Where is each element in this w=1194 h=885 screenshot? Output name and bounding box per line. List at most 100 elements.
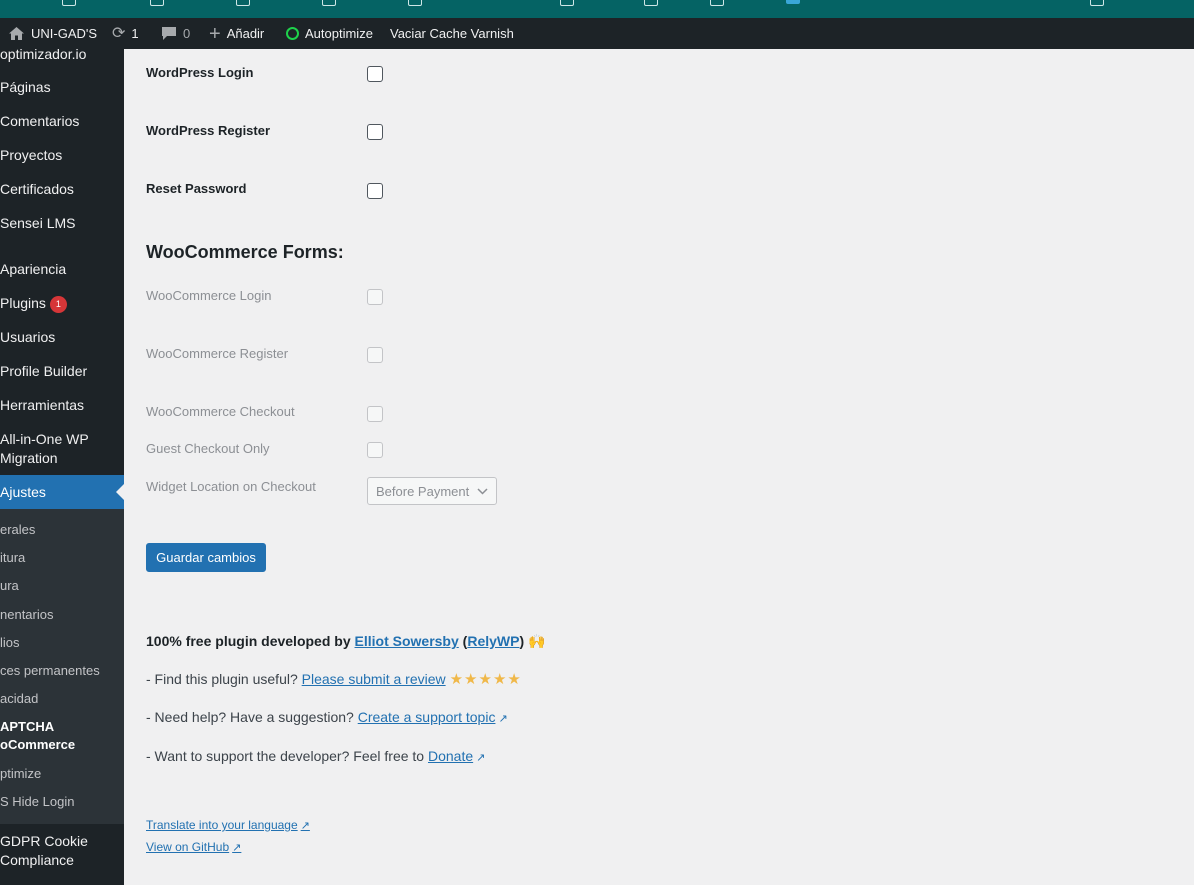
submenu-item-captcha-woocommerce[interactable]: APTCHA oCommerce bbox=[0, 718, 75, 754]
sidebar-item-label: Profile Builder bbox=[0, 363, 88, 379]
company-link[interactable]: RelyWP bbox=[467, 633, 519, 649]
submenu-item-discussion[interactable]: nentarios bbox=[0, 606, 53, 624]
sidebar-item-comments[interactable]: Comentarios bbox=[0, 112, 124, 131]
sidebar-item-plugins[interactable]: Plugins 1 bbox=[0, 294, 124, 313]
sidebar-item-certificates[interactable]: Certificados bbox=[0, 180, 124, 199]
reset-password-checkbox[interactable] bbox=[367, 183, 383, 199]
support-topic-link[interactable]: Create a support topic bbox=[358, 709, 496, 725]
sidebar-item-label: optimizador.io bbox=[0, 49, 87, 62]
sidebar-item-label: Ajustes bbox=[0, 483, 46, 500]
home-icon bbox=[9, 27, 24, 40]
plugin-credit-line: 100% free plugin developed by Elliot Sow… bbox=[146, 633, 546, 649]
save-changes-button[interactable]: Guardar cambios bbox=[146, 543, 266, 572]
sidebar-item-settings[interactable]: Ajustes bbox=[0, 475, 124, 509]
sidebar-item-label: Usuarios bbox=[0, 329, 56, 345]
five-star-rating-icon: ★★★★★ bbox=[449, 671, 522, 688]
sidebar-item-sensei-lms[interactable]: Sensei LMS bbox=[0, 214, 124, 233]
wp-register-label: WordPress Register bbox=[146, 123, 271, 138]
woocommerce-forms-heading: WooCommerce Forms: bbox=[146, 242, 344, 262]
github-link[interactable]: View on GitHub ↗ bbox=[146, 840, 241, 854]
status-circle-icon bbox=[286, 27, 299, 40]
autoptimize-menu[interactable]: Autoptimize bbox=[286, 18, 373, 49]
bookmark-folder-icon[interactable] bbox=[408, 0, 422, 6]
sidebar-item-label: Apariencia bbox=[0, 261, 67, 277]
admin-sidebar: optimizador.io Páginas Comentarios Proye… bbox=[0, 49, 124, 885]
donate-link[interactable]: Donate bbox=[428, 748, 473, 764]
submit-review-link[interactable]: Please submit a review bbox=[302, 671, 446, 687]
bookmark-folder-icon[interactable] bbox=[150, 0, 164, 6]
bookmark-folder-icon[interactable] bbox=[62, 0, 76, 6]
new-content-link[interactable]: + Añadir bbox=[209, 18, 264, 49]
submenu-item-autoptimize[interactable]: ptimize bbox=[0, 765, 41, 783]
review-prefix: - Find this plugin useful? bbox=[146, 671, 298, 687]
sidebar-item-label: Páginas bbox=[0, 79, 51, 95]
submenu-item-reading[interactable]: ura bbox=[0, 577, 19, 595]
sidebar-item-label: Certificados bbox=[0, 181, 74, 197]
wp-register-checkbox[interactable] bbox=[367, 124, 383, 140]
reset-password-label: Reset Password bbox=[146, 181, 247, 196]
submenu-item-permalinks[interactable]: ces permanentes bbox=[0, 662, 100, 680]
donate-line: - Want to support the developer? Feel fr… bbox=[146, 748, 485, 764]
support-prefix: - Need help? Have a suggestion? bbox=[146, 709, 354, 725]
site-name-link[interactable]: UNI-GAD'S bbox=[8, 18, 97, 49]
woo-checkout-checkbox[interactable] bbox=[367, 406, 383, 422]
submenu-item-label: APTCHA bbox=[0, 719, 55, 734]
sidebar-item-label: All-in-One WP bbox=[0, 431, 89, 447]
sidebar-item-label: Proyectos bbox=[0, 147, 63, 163]
submenu-item-privacy[interactable]: acidad bbox=[0, 690, 38, 708]
updates-icon: ⟳ bbox=[112, 24, 126, 42]
guest-checkout-label: Guest Checkout Only bbox=[146, 441, 270, 456]
varnish-purge-link[interactable]: Vaciar Cache Varnish bbox=[390, 18, 514, 49]
bookmark-site-icon[interactable] bbox=[786, 0, 800, 4]
widget-location-value: Before Payment bbox=[376, 483, 470, 499]
browser-bookmarks-bar bbox=[0, 0, 1194, 18]
sidebar-item-tools[interactable]: Herramientas bbox=[0, 396, 124, 415]
sidebar-item-label: GDPR Cookie bbox=[0, 833, 88, 849]
site-name: UNI-GAD'S bbox=[31, 26, 98, 41]
translate-link[interactable]: Translate into your language ↗ bbox=[146, 818, 310, 832]
submenu-item-label: oCommerce bbox=[0, 737, 76, 752]
sidebar-item-label: Herramientas bbox=[0, 397, 85, 413]
plugins-update-badge: 1 bbox=[49, 296, 67, 313]
updates-link[interactable]: ⟳ 1 bbox=[112, 18, 139, 49]
bookmark-folder-icon[interactable] bbox=[1090, 0, 1104, 6]
bookmark-folder-icon[interactable] bbox=[236, 0, 250, 6]
settings-main-content: WordPress Login WordPress Register Reset… bbox=[124, 49, 1194, 885]
chevron-down-icon bbox=[477, 487, 488, 495]
sidebar-item-label: Comentarios bbox=[0, 113, 80, 129]
guest-checkout-checkbox[interactable] bbox=[367, 442, 383, 458]
submenu-item-media[interactable]: lios bbox=[0, 634, 20, 652]
sidebar-item-pages[interactable]: Páginas bbox=[0, 78, 124, 97]
sidebar-item-projects[interactable]: Proyectos bbox=[0, 146, 124, 165]
support-line: - Need help? Have a suggestion? Create a… bbox=[146, 709, 508, 725]
sidebar-item-optimizador[interactable]: optimizador.io bbox=[0, 49, 124, 64]
submenu-item-general[interactable]: erales bbox=[0, 521, 35, 539]
sidebar-item-all-in-one-migration[interactable]: All-in-One WP Migration bbox=[0, 430, 124, 468]
woo-register-checkbox[interactable] bbox=[367, 347, 383, 363]
woo-login-checkbox[interactable] bbox=[367, 289, 383, 305]
bookmark-folder-icon[interactable] bbox=[322, 0, 336, 6]
submenu-item-wps-hide-login[interactable]: S Hide Login bbox=[0, 793, 74, 811]
autoptimize-label: Autoptimize bbox=[305, 26, 373, 41]
wp-login-label: WordPress Login bbox=[146, 65, 254, 80]
updates-count: 1 bbox=[131, 26, 139, 41]
wp-login-checkbox[interactable] bbox=[367, 66, 383, 82]
submenu-item-label: ura bbox=[0, 578, 19, 593]
bookmark-folder-icon[interactable] bbox=[644, 0, 658, 6]
external-link-icon: ↗ bbox=[300, 820, 310, 832]
new-content-label: Añadir bbox=[226, 26, 265, 41]
sidebar-item-users[interactable]: Usuarios bbox=[0, 328, 124, 347]
sidebar-item-appearance[interactable]: Apariencia bbox=[0, 260, 124, 279]
external-link-icon: ↗ bbox=[232, 842, 242, 854]
sidebar-item-profile-builder[interactable]: Profile Builder bbox=[0, 362, 124, 381]
bookmark-folder-icon[interactable] bbox=[560, 0, 574, 6]
submenu-item-label: lios bbox=[0, 635, 20, 650]
donate-prefix: - Want to support the developer? Feel fr… bbox=[146, 748, 425, 764]
submenu-item-writing[interactable]: itura bbox=[0, 549, 25, 567]
comments-link[interactable]: 0 bbox=[161, 18, 190, 49]
bookmark-folder-icon[interactable] bbox=[710, 0, 724, 6]
widget-location-select[interactable]: Before Payment bbox=[367, 477, 497, 505]
sidebar-item-gdpr-cookie[interactable]: GDPR Cookie Compliance bbox=[0, 832, 124, 870]
sidebar-item-label: Sensei LMS bbox=[0, 215, 76, 231]
author-link[interactable]: Elliot Sowersby bbox=[355, 633, 459, 649]
